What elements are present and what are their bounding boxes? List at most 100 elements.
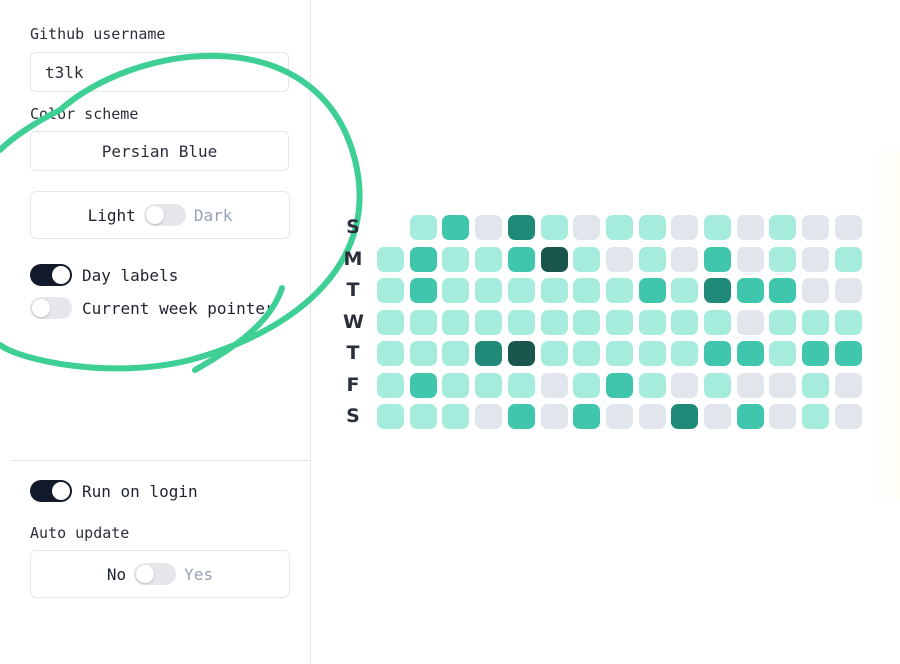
heatmap-cell (605, 246, 633, 272)
heatmap-cell (573, 372, 601, 398)
heatmap-cell (802, 246, 830, 272)
heatmap-cell (475, 215, 503, 240)
heatmap-cell (834, 246, 862, 272)
heatmap-cell (834, 404, 862, 429)
heatmap-cell (802, 404, 830, 429)
current-week-pointer-label: Current week pointer (82, 298, 275, 318)
heatmap-cell (736, 215, 764, 240)
current-week-pointer-toggle[interactable] (30, 297, 72, 319)
heatmap-cell (834, 215, 862, 240)
color-scheme-select[interactable]: Persian Blue (30, 131, 289, 171)
heatmap-cell (540, 246, 568, 272)
heatmap-cell (573, 278, 601, 303)
theme-switch: Light Dark (30, 191, 290, 239)
heatmap-cell (671, 404, 699, 429)
heatmap-cell (834, 309, 862, 335)
heatmap-cell (475, 278, 503, 303)
heatmap-cell (671, 309, 699, 335)
heatmap-cell (605, 372, 633, 398)
theme-light-label: Light (87, 205, 136, 225)
heatmap-cell (704, 372, 731, 398)
heatmap-cell (540, 278, 568, 303)
heatmap-cell (638, 278, 666, 303)
heatmap-cell (802, 278, 830, 303)
heatmap-cell (638, 309, 666, 335)
heatmap-cell (736, 404, 764, 429)
heatmap-cell (605, 341, 633, 366)
heatmap-cell (769, 215, 797, 240)
heatmap-cell (638, 246, 666, 272)
heatmap-cell (802, 372, 830, 398)
heatmap-cell (377, 246, 404, 272)
heatmap-cell (442, 404, 470, 429)
heatmap-cell (638, 341, 666, 366)
heatmap-cell (638, 215, 666, 240)
toggle-knob (136, 565, 155, 583)
settings-sidebar: Github username t3lk Color scheme Persia… (0, 0, 311, 664)
heatmap-cell (704, 278, 731, 303)
heatmap-cell (507, 341, 535, 366)
day-label: T (346, 279, 360, 301)
heatmap-cell (736, 278, 764, 303)
heatmap-cell (769, 341, 797, 366)
toggle-knob (52, 482, 70, 500)
heatmap-cell (409, 215, 437, 240)
heatmap-cell (605, 278, 633, 303)
day-label: T (346, 342, 360, 364)
heatmap-cell (540, 372, 568, 398)
day-label: F (346, 373, 360, 396)
day-label: S (346, 405, 360, 427)
heatmap-cell (475, 246, 503, 272)
heatmap-cell (540, 341, 568, 366)
day-labels-toggle[interactable] (30, 264, 72, 286)
heatmap-cell (769, 372, 797, 398)
auto-update-label: Auto update (30, 524, 130, 542)
heatmap-cell (409, 309, 437, 335)
heatmap-cell (507, 246, 535, 272)
right-edge-glow (868, 150, 900, 500)
day-label: S (346, 216, 360, 238)
auto-update-switch: No Yes (30, 550, 290, 598)
heatmap-cell (769, 246, 797, 272)
auto-update-toggle[interactable] (134, 563, 177, 585)
heatmap-cell (769, 309, 797, 335)
heatmap-cell (573, 309, 601, 335)
heatmap-cell (573, 341, 601, 366)
heatmap-cell (671, 215, 699, 240)
heatmap-cell (475, 309, 503, 335)
heatmap-cell (409, 404, 437, 429)
day-labels-label: Day labels (82, 265, 179, 285)
heatmap-cell (442, 309, 470, 335)
heatmap-cell (802, 215, 830, 240)
heatmap-cell (834, 341, 862, 366)
heatmap-cell (507, 309, 535, 335)
heatmap-cell (704, 215, 731, 240)
heatmap-cell (736, 246, 764, 272)
heatmap-cell (736, 372, 764, 398)
heatmap-cell (475, 404, 503, 429)
heatmap-cell (409, 246, 437, 272)
heatmap-cell (769, 278, 797, 303)
heatmap-cell (638, 372, 666, 398)
heatmap-cell (802, 309, 830, 335)
heatmap-cell (540, 309, 568, 335)
auto-update-yes-label: Yes (184, 564, 214, 584)
day-label: M (343, 247, 363, 270)
github-username-input[interactable]: t3lk (30, 52, 289, 92)
heatmap-cell (671, 341, 699, 366)
heatmap-cell (769, 404, 797, 429)
heatmap-cell (802, 341, 830, 366)
theme-toggle[interactable] (143, 204, 186, 226)
heatmap-cell (671, 372, 699, 398)
github-username-value: t3lk (45, 62, 84, 82)
heatmap-cell (507, 404, 535, 429)
run-on-login-toggle[interactable] (30, 480, 72, 502)
heatmap-cell (442, 278, 470, 303)
heatmap-cell (475, 341, 503, 366)
heatmap-cell (638, 404, 666, 429)
heatmap-cell (573, 215, 601, 240)
heatmap-cell (540, 404, 568, 429)
theme-dark-label: Dark (193, 205, 233, 225)
heatmap-cell (605, 404, 633, 429)
heatmap-cell (377, 372, 404, 398)
